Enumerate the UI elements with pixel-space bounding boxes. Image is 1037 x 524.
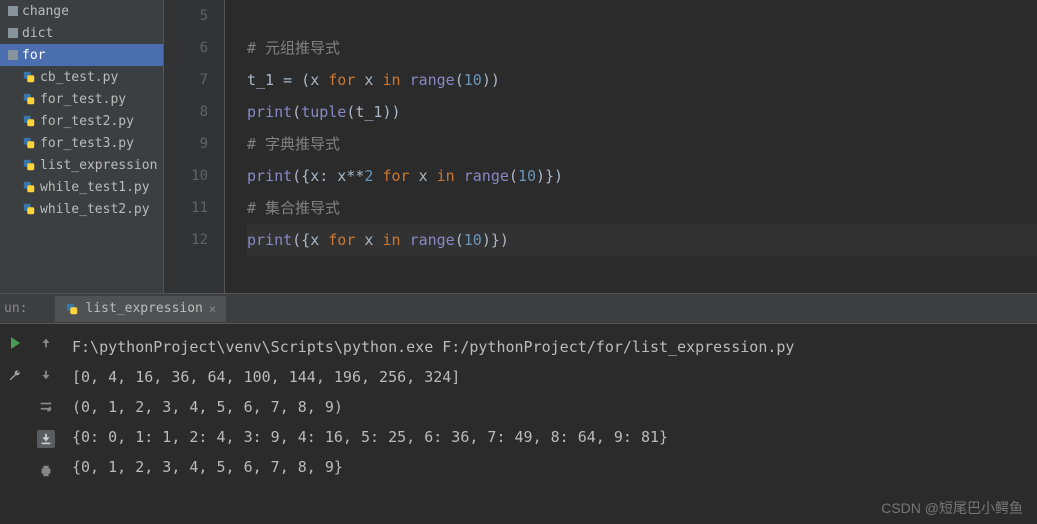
- file-item[interactable]: while_test2.py: [0, 198, 163, 220]
- code-line[interactable]: print({x for x in range(10)}): [247, 224, 1037, 256]
- run-tab-label: list_expression: [85, 301, 202, 316]
- file-item[interactable]: list_expression: [0, 154, 163, 176]
- line-number: 6: [164, 32, 208, 64]
- run-tool-column-2: [30, 324, 62, 490]
- file-item[interactable]: cb_test.py: [0, 66, 163, 88]
- python-icon: [22, 92, 36, 106]
- folder-item[interactable]: dict: [0, 22, 163, 44]
- code-editor[interactable]: 56789101112 # 元组推导式t_1 = (x for x in ran…: [164, 0, 1037, 293]
- line-number: 10: [164, 160, 208, 192]
- line-number: 11: [164, 192, 208, 224]
- line-number: 8: [164, 96, 208, 128]
- code-line[interactable]: # 集合推导式: [247, 192, 1037, 224]
- folder-icon: [8, 50, 18, 60]
- close-icon[interactable]: ×: [209, 302, 216, 316]
- scroll-to-end-icon[interactable]: [37, 430, 55, 448]
- code-area[interactable]: # 元组推导式t_1 = (x for x in range(10))print…: [224, 0, 1037, 293]
- project-sidebar[interactable]: change dict for cb_test.py for_test.py for_te…: [0, 0, 164, 293]
- tree-label: while_test1.py: [40, 180, 150, 195]
- python-icon: [22, 70, 36, 84]
- tree-label: dict: [22, 26, 53, 41]
- tree-label: list_expression: [40, 158, 157, 173]
- python-icon: [22, 136, 36, 150]
- folder-item[interactable]: change: [0, 0, 163, 22]
- tree-label: for_test.py: [40, 92, 126, 107]
- tree-label: for_test3.py: [40, 136, 134, 151]
- print-icon[interactable]: [37, 462, 55, 480]
- tree-label: for_test2.py: [40, 114, 134, 129]
- code-line[interactable]: print(tuple(t_1)): [247, 96, 1037, 128]
- soft-wrap-icon[interactable]: [37, 398, 55, 416]
- folder-icon: [8, 6, 18, 16]
- line-number: 7: [164, 64, 208, 96]
- line-number: 9: [164, 128, 208, 160]
- line-number: 5: [164, 0, 208, 32]
- run-tab[interactable]: list_expression ×: [55, 296, 226, 322]
- down-arrow-icon[interactable]: [37, 366, 55, 384]
- console-output[interactable]: F:\pythonProject\venv\Scripts\python.exe…: [62, 324, 1037, 490]
- run-label: un:: [4, 301, 27, 316]
- code-line[interactable]: [247, 0, 1037, 32]
- code-line[interactable]: # 元组推导式: [247, 32, 1037, 64]
- tree-label: change: [22, 4, 69, 19]
- rerun-icon[interactable]: [6, 334, 24, 352]
- code-line[interactable]: t_1 = (x for x in range(10)): [247, 64, 1037, 96]
- run-panel: un: list_expression ×: [0, 293, 1037, 490]
- python-icon: [22, 202, 36, 216]
- folder-icon: [8, 28, 18, 38]
- tree-label: while_test2.py: [40, 202, 150, 217]
- wrench-icon[interactable]: [6, 366, 24, 384]
- python-icon: [22, 158, 36, 172]
- python-icon: [22, 180, 36, 194]
- file-item[interactable]: for_test.py: [0, 88, 163, 110]
- python-icon: [65, 302, 79, 316]
- file-item[interactable]: for_test2.py: [0, 110, 163, 132]
- code-line[interactable]: # 字典推导式: [247, 128, 1037, 160]
- watermark: CSDN @短尾巴小鳄鱼: [881, 498, 1023, 518]
- line-gutter: 56789101112: [164, 0, 224, 293]
- file-item[interactable]: for_test3.py: [0, 132, 163, 154]
- run-header: un: list_expression ×: [0, 294, 1037, 324]
- run-tool-column-1: [0, 324, 30, 490]
- folder-item[interactable]: for: [0, 44, 163, 66]
- code-line[interactable]: print({x: x**2 for x in range(10)}): [247, 160, 1037, 192]
- tree-label: for: [22, 48, 45, 63]
- python-icon: [22, 114, 36, 128]
- tree-label: cb_test.py: [40, 70, 118, 85]
- line-number: 12: [164, 224, 208, 256]
- file-item[interactable]: while_test1.py: [0, 176, 163, 198]
- up-arrow-icon[interactable]: [37, 334, 55, 352]
